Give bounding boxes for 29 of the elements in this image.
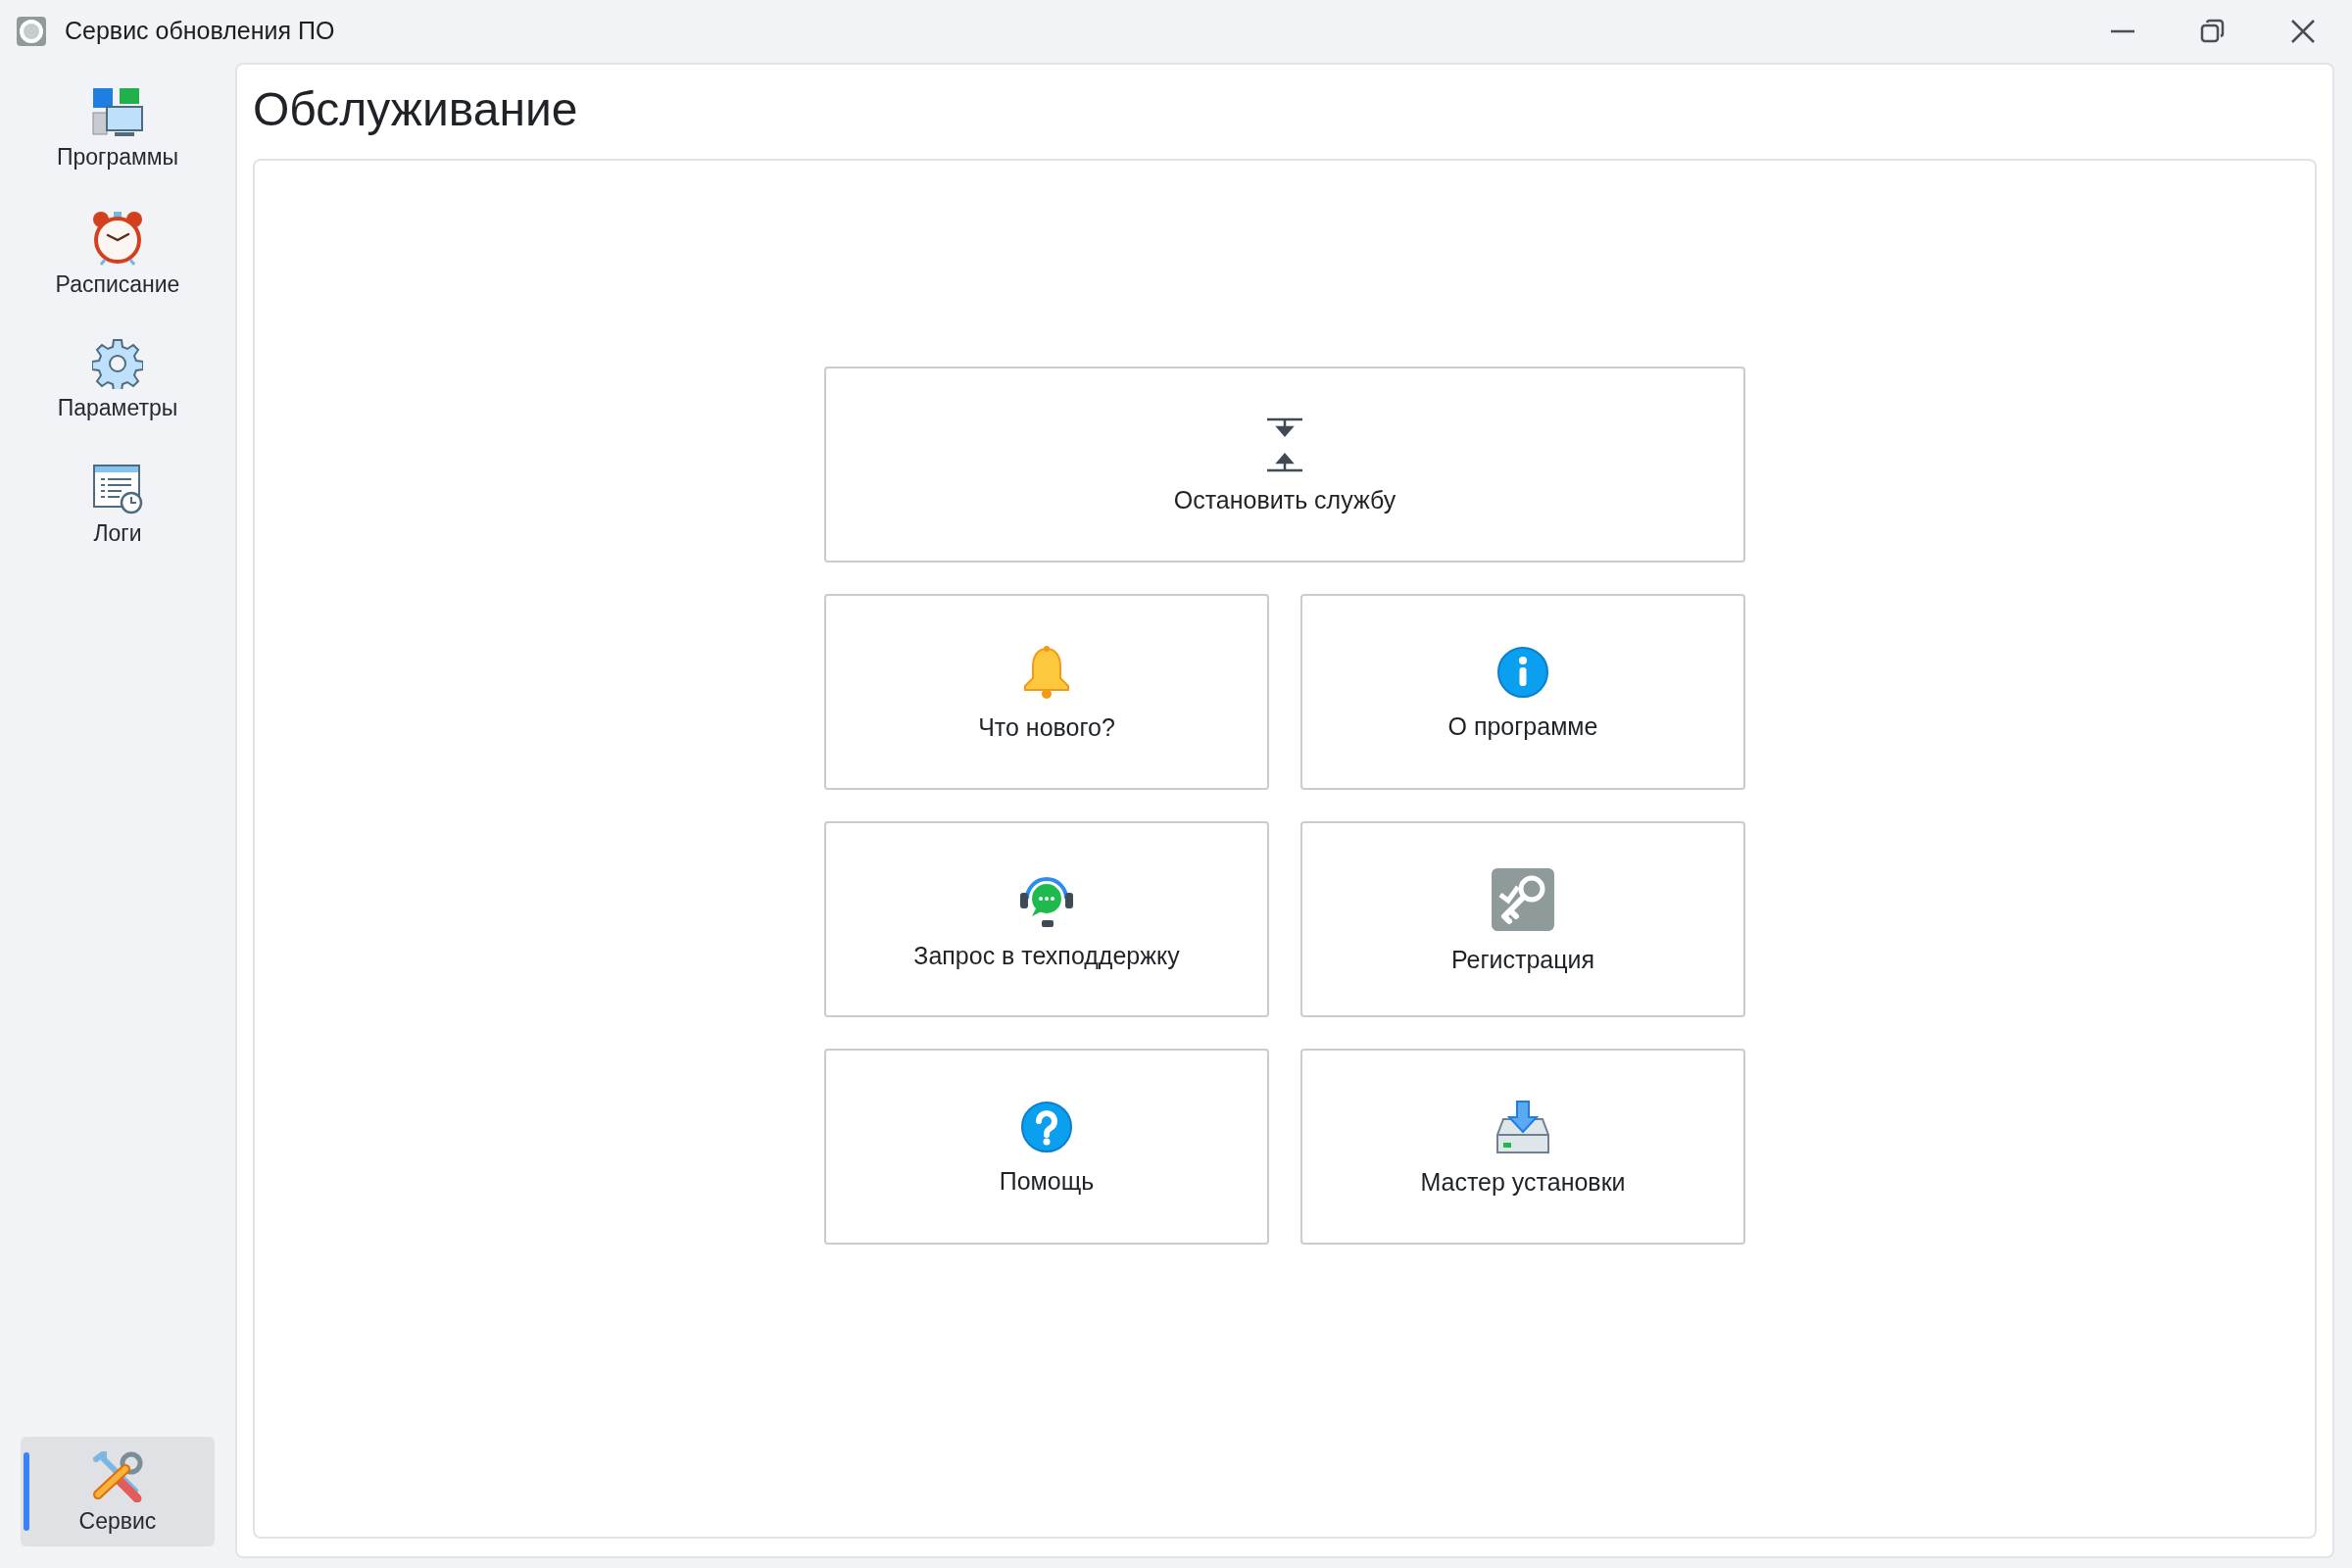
bell-icon (1021, 644, 1072, 700)
sidebar-item[interactable]: Расписание (21, 198, 215, 308)
info-icon (1496, 645, 1549, 699)
restore-icon (2200, 19, 2226, 44)
sidebar-item[interactable]: Параметры (21, 323, 215, 433)
page-title: Обслуживание (253, 86, 579, 133)
app-logo-icon (16, 16, 47, 47)
tools-icon (90, 1450, 145, 1502)
action-card[interactable]: Что нового? (824, 594, 1269, 790)
sidebar-item[interactable]: Логи (21, 449, 215, 559)
collapse-arrows-icon (1265, 416, 1304, 472)
help-icon (1020, 1100, 1073, 1153)
programs-icon (92, 86, 143, 138)
sidebar-item[interactable]: Программы (21, 73, 215, 182)
install-drive-icon (1495, 1099, 1550, 1154)
window-title: Сервис обновления ПО (65, 16, 335, 47)
log-list-icon (92, 463, 143, 514)
action-card[interactable]: Остановить службу (824, 367, 1745, 563)
close-icon (2290, 19, 2316, 44)
key-icon (1491, 866, 1555, 932)
action-card[interactable]: Регистрация (1300, 821, 1745, 1017)
action-card[interactable]: Мастер установки (1300, 1049, 1745, 1245)
gear-icon (92, 337, 143, 389)
action-card[interactable]: О программе (1300, 594, 1745, 790)
action-card[interactable]: Запрос в техподдержку (824, 821, 1269, 1017)
action-card[interactable]: Помощь (824, 1049, 1269, 1245)
sidebar-item[interactable]: Сервис (21, 1437, 215, 1546)
minimize-icon (2110, 29, 2135, 33)
alarm-clock-icon (92, 210, 143, 266)
